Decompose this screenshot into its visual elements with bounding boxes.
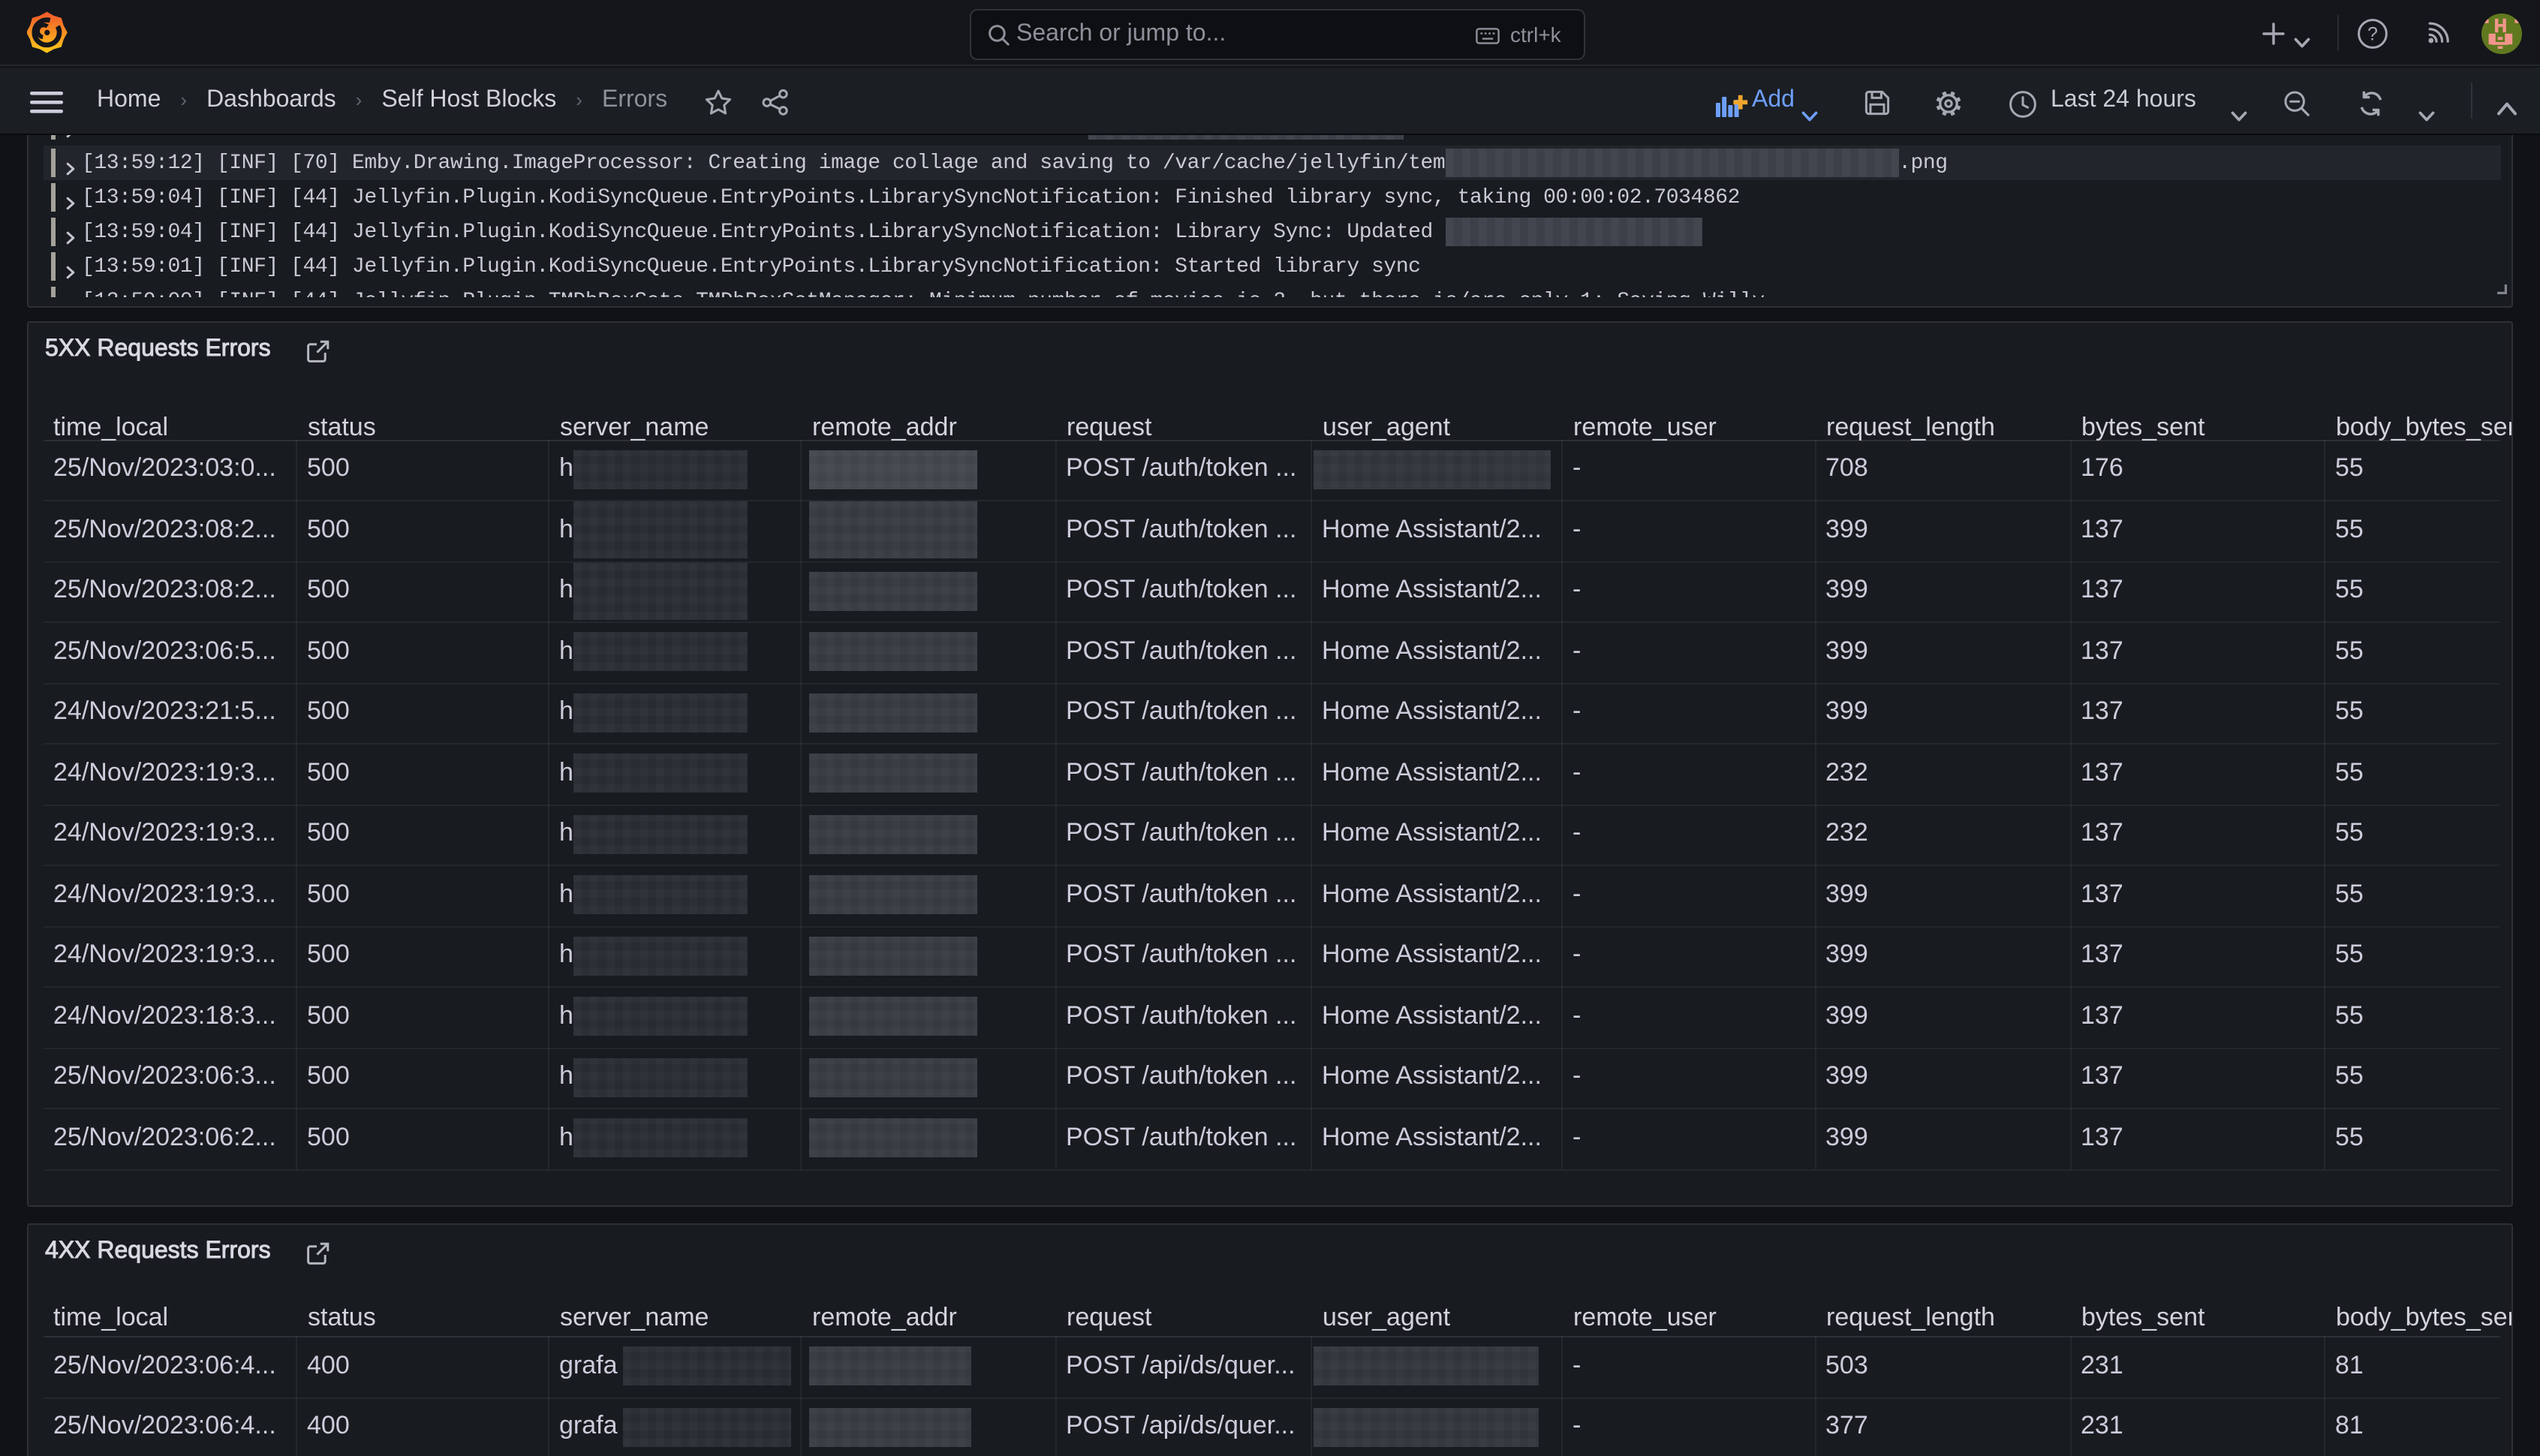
- svg-text:?: ?: [2367, 23, 2378, 44]
